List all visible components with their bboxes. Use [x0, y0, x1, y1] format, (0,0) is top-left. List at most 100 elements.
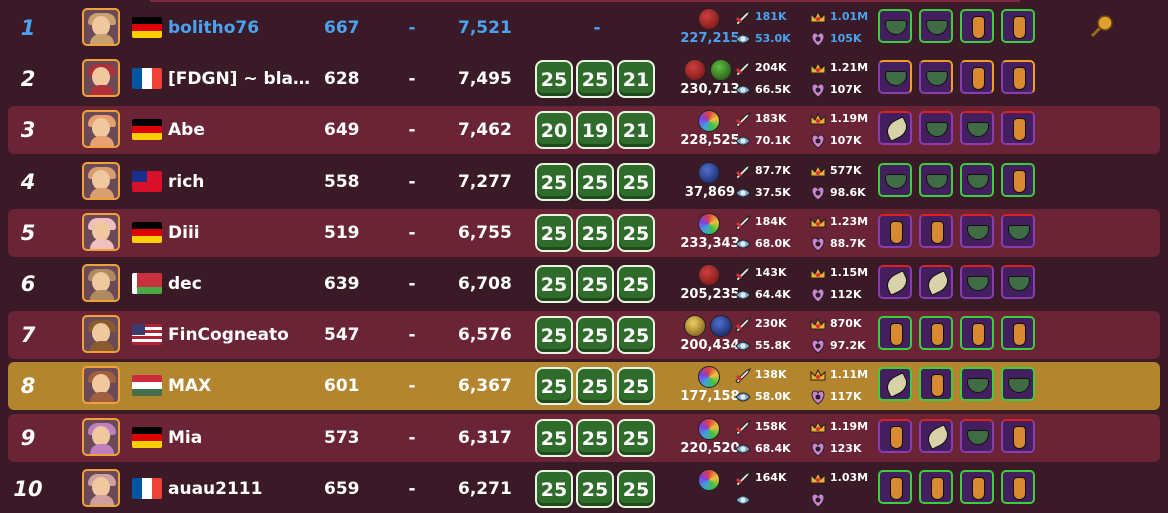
table-row[interactable]: 4 rich 558-7,277 25 25 25 37,869 87.7K 37.5K 577K… — [8, 158, 1160, 206]
equipment-bowl-icon[interactable] — [878, 9, 912, 43]
level-change: - — [408, 478, 416, 499]
avatar[interactable] — [82, 8, 120, 46]
player-name-link[interactable]: MAX — [168, 362, 318, 410]
avatar[interactable] — [82, 315, 120, 354]
equipment-bottle-icon[interactable] — [919, 367, 953, 402]
equipment-bottle-icon[interactable] — [919, 213, 953, 248]
team-score-tile: 25 — [617, 367, 655, 406]
player-name-link[interactable]: Mia — [168, 414, 318, 462]
equipment-bowl-icon[interactable] — [919, 162, 953, 197]
avatar[interactable] — [82, 468, 120, 507]
flag-stripe — [132, 31, 162, 38]
ego-icon — [809, 185, 827, 201]
player-name-link[interactable]: Diii — [168, 209, 318, 257]
equipment-bowl-icon[interactable] — [960, 418, 994, 453]
avatar[interactable] — [82, 161, 120, 200]
defense-icon — [734, 185, 752, 201]
team-score-tile: 25 — [576, 316, 614, 355]
team-score-tile: 25 — [535, 213, 573, 252]
table-row[interactable]: 5 Diii 519-6,755 25 25 25 233,343 184K 68.0K 1.23… — [8, 208, 1160, 257]
equipment-bowl-icon[interactable] — [960, 111, 994, 146]
equipment-bottle-icon[interactable] — [960, 60, 994, 95]
equipment-bottle-icon[interactable] — [960, 469, 994, 504]
equipment-bowl-icon[interactable] — [960, 265, 994, 299]
equipment-bowl-icon[interactable] — [960, 367, 994, 402]
equipment-bowl-icon[interactable] — [960, 162, 994, 197]
avatar-face — [92, 374, 110, 395]
equipment-bottle-icon[interactable] — [878, 418, 912, 453]
equipment-bottle-icon[interactable] — [919, 316, 953, 351]
equipment-bottle-icon[interactable] — [1001, 469, 1035, 504]
equipment-bottle-icon[interactable] — [878, 469, 912, 504]
team-score-tile: 25 — [617, 213, 655, 252]
equipment-leaf-icon[interactable] — [878, 265, 912, 299]
equipment-bottle-icon[interactable] — [1001, 111, 1035, 146]
player-name-link[interactable]: auau2111 — [168, 465, 318, 513]
player-name-link[interactable]: Abe — [168, 106, 318, 154]
player-level: 667 — [324, 18, 360, 38]
team-score-empty: - — [593, 18, 601, 38]
team-score-tile: 20 — [535, 111, 573, 150]
pin-icon[interactable] — [1088, 12, 1116, 40]
player-name-link[interactable]: dec — [168, 260, 318, 308]
equipment-leaf-icon[interactable] — [878, 367, 912, 402]
equipment-bowl-icon[interactable] — [1001, 265, 1035, 299]
country-flag-icon — [132, 477, 162, 499]
player-name-link[interactable]: bolitho76 — [168, 4, 318, 52]
stat-hp: 870K — [830, 317, 862, 331]
equipment-leaf-icon[interactable] — [919, 265, 953, 299]
equipment-bowl-icon[interactable] — [878, 162, 912, 197]
equipment-bottle-icon[interactable] — [878, 316, 912, 351]
equipment-bottle-icon[interactable] — [878, 213, 912, 248]
stat-hp: 1.19M — [830, 419, 869, 433]
ego-icon — [809, 133, 827, 150]
equipment-bowl-icon[interactable] — [1001, 213, 1035, 248]
avatar[interactable] — [82, 212, 120, 251]
table-row[interactable]: 6 dec 639-6,708 25 25 25 205,235 143K 64.4K 1.15M… — [8, 260, 1160, 308]
table-row[interactable]: 8 MAX 601-6,367 25 25 25 177,158 138K 58.0K 1.11M… — [8, 362, 1160, 411]
player-level: 601 — [324, 376, 360, 397]
table-row[interactable]: 9 Mia 573-6,317 25 25 25 220,520 158K 68.4K 1.19M… — [8, 413, 1160, 462]
rank-number: 4 — [20, 169, 36, 194]
avatar[interactable] — [82, 366, 120, 405]
stat-hp: 1.01M — [830, 10, 869, 23]
equipment-bowl-icon[interactable] — [1001, 367, 1035, 402]
rank-number: 3 — [20, 118, 36, 143]
ego-icon — [809, 338, 827, 354]
equipment-bottle-icon[interactable] — [960, 9, 994, 43]
team-score-tile: 25 — [576, 367, 614, 406]
equipment-bottle-icon[interactable] — [1001, 316, 1035, 351]
item-bottle — [1013, 425, 1026, 449]
equipment-bottle-icon[interactable] — [1001, 162, 1035, 197]
equipment-bowl-icon[interactable] — [919, 60, 953, 95]
crown-health-icon — [809, 163, 827, 179]
table-row[interactable]: 7 FinCogneato 547-6,576 25 25 25 200,434 230K 55… — [8, 311, 1160, 360]
equipment-leaf-icon[interactable] — [878, 111, 912, 146]
table-row[interactable]: 2 [FDGN] ~ bla… 628-7,495 25 25 21 230,713 204K… — [8, 55, 1160, 103]
equipment-bowl-icon[interactable] — [878, 60, 912, 95]
equipment-bottle-icon[interactable] — [919, 469, 953, 504]
avatar-body — [90, 187, 114, 198]
equipment-bowl-icon[interactable] — [919, 9, 953, 43]
equipment-bowl-icon[interactable] — [919, 111, 953, 146]
table-row[interactable]: 3 Abe 649-7,462 20 19 21 228,525 183K 70.1K 1.19M… — [8, 106, 1160, 155]
equipment-leaf-icon[interactable] — [919, 418, 953, 453]
player-name-link[interactable]: [FDGN] ~ bla… — [168, 55, 318, 103]
equipment-bowl-icon[interactable] — [960, 213, 994, 248]
avatar[interactable] — [82, 110, 120, 149]
table-row[interactable]: 1 bolitho76 667-7,521-227,215 181K 53.0K 1.01… — [8, 4, 1160, 52]
avatar[interactable] — [82, 59, 120, 98]
item-bottle — [890, 425, 903, 449]
equipment-bottle-icon[interactable] — [1001, 60, 1035, 95]
player-level: 558 — [324, 171, 360, 192]
rank-number: 6 — [20, 272, 36, 296]
avatar[interactable] — [82, 264, 120, 302]
equipment-bottle-icon[interactable] — [1001, 9, 1035, 43]
table-row[interactable]: 10 auau2111 659-6,271 25 25 25 164K 1.03M — [8, 465, 1160, 513]
equipment-bottle-icon[interactable] — [960, 316, 994, 351]
player-name-link[interactable]: FinCogneato — [168, 311, 318, 359]
player-name-link[interactable]: rich — [168, 158, 318, 206]
team-score-tile: 25 — [576, 213, 614, 252]
avatar[interactable] — [82, 417, 120, 456]
equipment-bottle-icon[interactable] — [1001, 418, 1035, 453]
